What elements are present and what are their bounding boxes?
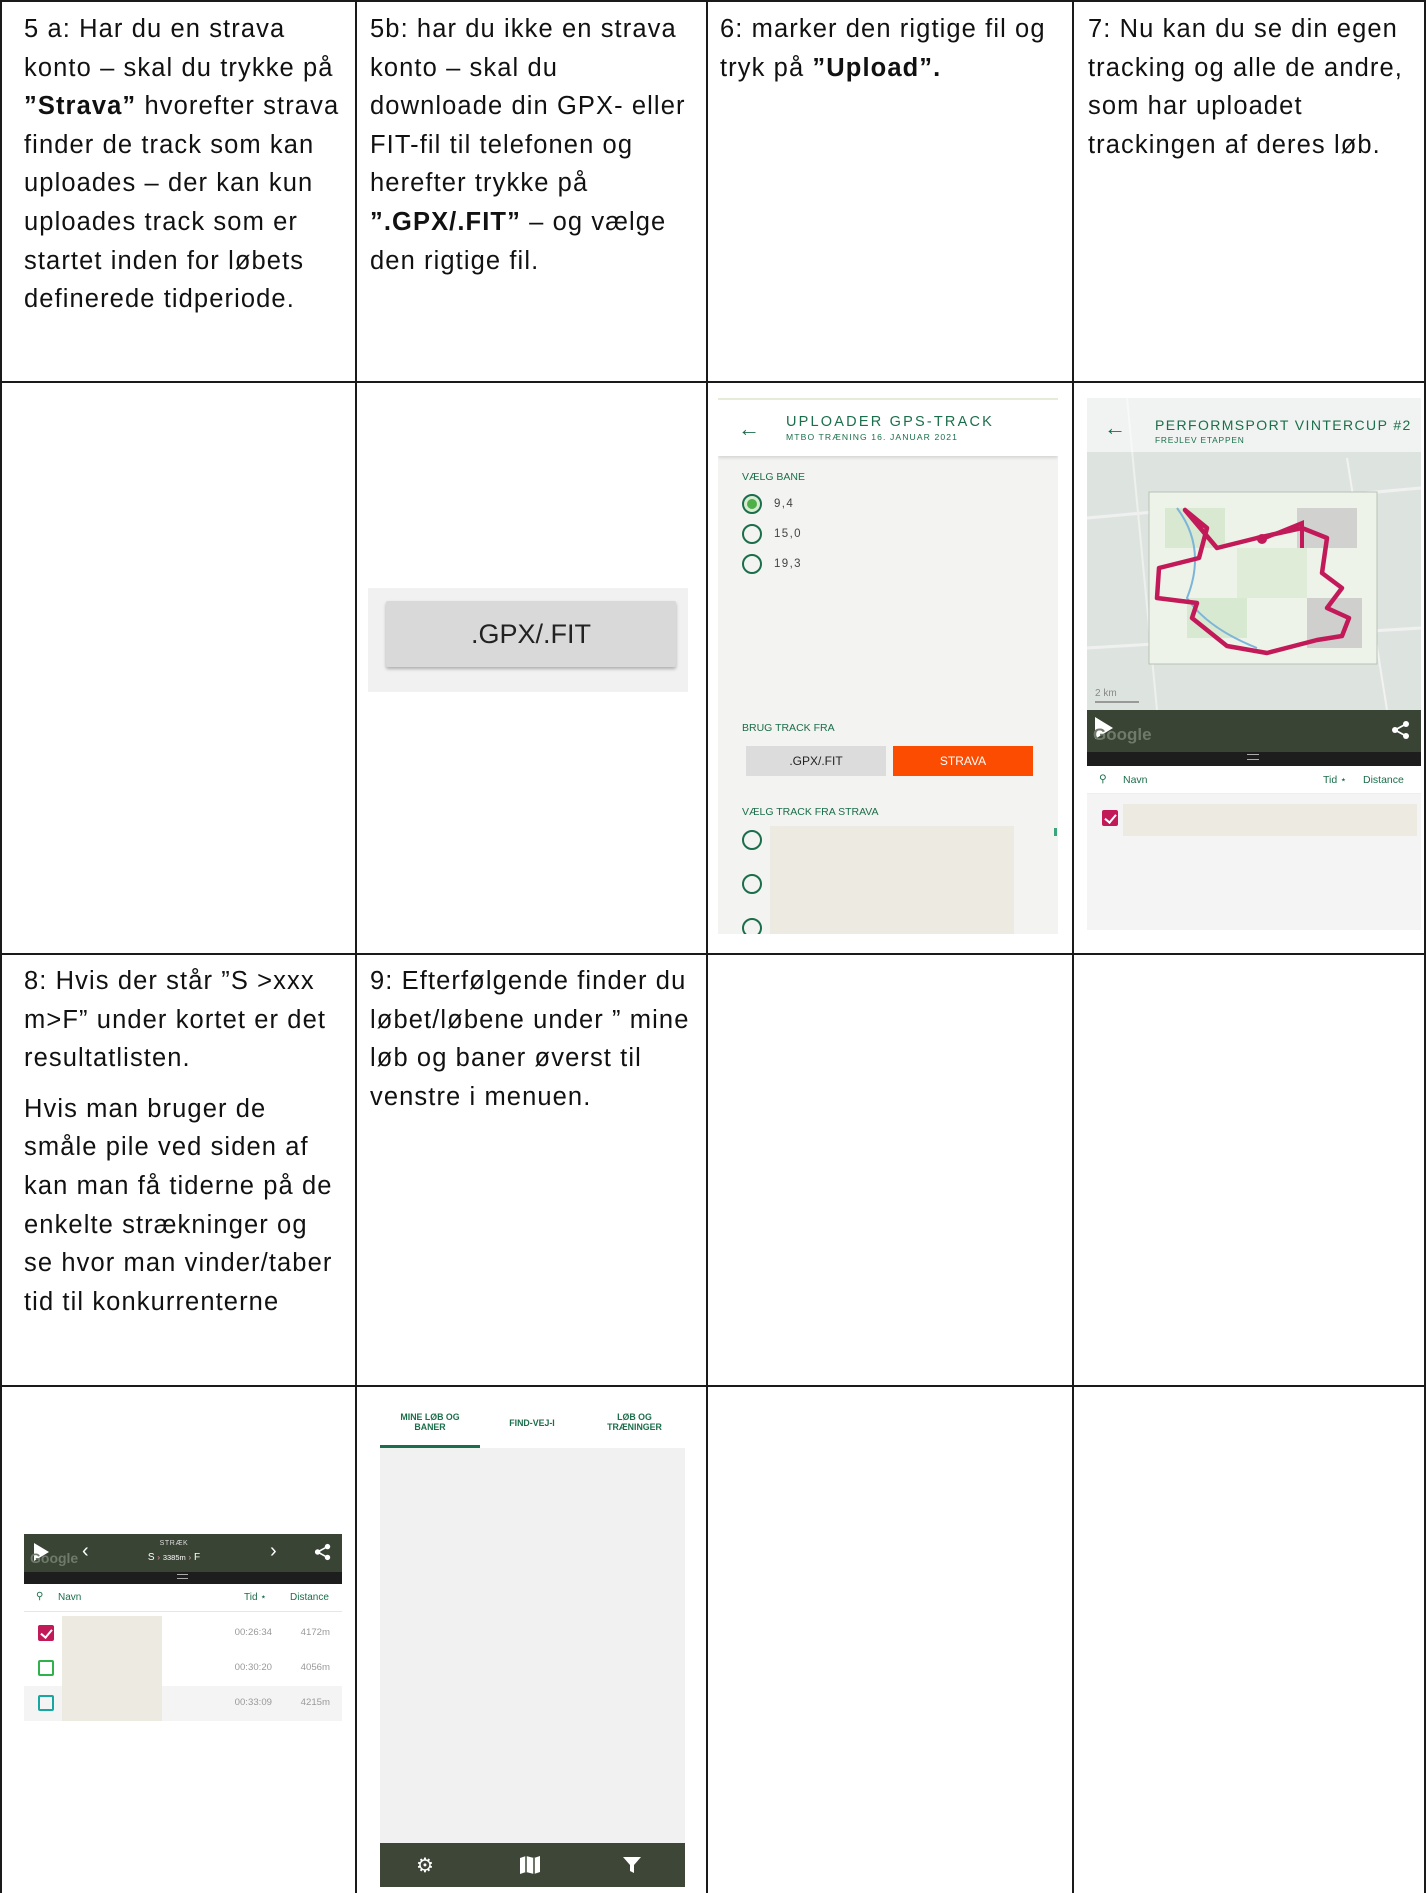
step-5a-text: 5 a: Har du en strava konto – skal du tr…: [24, 15, 340, 314]
map-icon[interactable]: [518, 1855, 542, 1875]
column-divider-3: [1072, 0, 1074, 1893]
list-header: ⚲ Navn Tid ⋆ Distance: [1087, 766, 1421, 794]
segment-readout: S › 3385m › F: [147, 1552, 201, 1563]
tab-bar: MINE LØB OG BANER FIND-VEJ-I LØB OG TRÆN…: [380, 1400, 685, 1448]
row-divider-1: [0, 381, 1426, 383]
main-menu-screenshot: MINE LØB OG BANER FIND-VEJ-I LØB OG TRÆN…: [380, 1400, 685, 1887]
course-label-1: 9,4: [774, 498, 795, 510]
step-6-text: 6: marker den rigtige fil og tryk på ”Up…: [720, 15, 1046, 82]
map-header: ← PERFORMSPORT VINTERCUP #2 FREJLEV ETAP…: [1087, 398, 1421, 452]
gpx-fit-source-button[interactable]: .GPX/.FIT: [746, 746, 886, 776]
upload-header: ← UPLOADER GPS-TRACK MTBO TRÆNING 16. JA…: [718, 398, 1058, 456]
strava-source-button[interactable]: STRAVA: [893, 746, 1033, 776]
share-icon[interactable]: [1391, 720, 1411, 740]
google-logo: Google: [1093, 725, 1152, 744]
runner-name-redacted: [62, 1616, 162, 1651]
step-8-text: 8: Hvis der står ”S >xxx m>F” under kort…: [24, 962, 344, 1321]
runner-name-redacted: [62, 1651, 162, 1686]
result-row-2[interactable]: 00:30:20 4056m: [24, 1651, 342, 1686]
course-radio-2[interactable]: [742, 524, 762, 544]
result-distance: 4172m: [300, 1627, 330, 1638]
column-time-header[interactable]: Tid ⋆: [244, 1592, 267, 1603]
scroll-indicator[interactable]: [1054, 828, 1057, 836]
google-logo: Google: [30, 1550, 79, 1566]
result-time: 00:26:34: [234, 1627, 272, 1638]
bottom-toolbar: ⚙: [380, 1843, 685, 1887]
event-title: PERFORMSPORT VINTERCUP #2: [1155, 417, 1412, 433]
runner-name-redacted: [62, 1686, 162, 1721]
course-radio-1[interactable]: [742, 494, 762, 514]
filter-icon[interactable]: [622, 1855, 642, 1875]
gpx-fit-screenshot: .GPX/.FIT: [368, 588, 688, 692]
step-8-paragraph-2: Hvis man bruger de småle pile ved siden …: [24, 1094, 333, 1316]
playback-bar: Google ‹ STRÆK S › 3385m › F ›: [24, 1534, 342, 1572]
result-time: 00:30:20: [234, 1662, 272, 1673]
result-time: 00:33:09: [234, 1697, 272, 1708]
column-divider-2: [706, 0, 708, 1893]
tab-races-and-trainings[interactable]: LØB OG TRÆNINGER: [584, 1412, 685, 1432]
performsport-map-screenshot: ← PERFORMSPORT VINTERCUP #2 FREJLEV ETAP…: [1087, 398, 1421, 930]
share-icon[interactable]: [314, 1543, 332, 1561]
tab-my-races[interactable]: MINE LØB OG BANER: [380, 1412, 480, 1432]
back-arrow-icon[interactable]: ←: [738, 416, 760, 442]
step-5b-text: 5b: har du ikke en strava konto – skal d…: [370, 15, 686, 275]
column-divider-1: [355, 0, 357, 1893]
step-7-text: 7: Nu kan du se din egen tracking og all…: [1088, 15, 1403, 159]
use-track-from-label: BRUG TRACK FRA: [742, 722, 835, 734]
results-list-screenshot: Google ‹ STRÆK S › 3385m › F › ⚲ Navn Ti…: [24, 1534, 342, 1735]
step-9-text: 9: Efterfølgende finder du løbet/løbene …: [370, 967, 690, 1111]
upload-gps-track-screenshot: ← UPLOADER GPS-TRACK MTBO TRÆNING 16. JA…: [718, 398, 1058, 934]
search-icon[interactable]: ⚲: [36, 1591, 43, 1602]
map-scale-bar: [1095, 701, 1139, 703]
list-header: ⚲ Navn Tid ⋆ Distance: [24, 1584, 342, 1612]
course-label-3: 19,3: [774, 558, 802, 570]
column-distance-header[interactable]: Distance: [1363, 774, 1404, 786]
course-label-2: 15,0: [774, 528, 802, 540]
upload-title: UPLOADER GPS-TRACK: [786, 414, 994, 430]
active-tab-indicator: [380, 1445, 480, 1448]
back-arrow-icon[interactable]: ←: [1104, 415, 1126, 441]
column-name-header[interactable]: Navn: [1123, 774, 1148, 786]
strava-track-radio-2[interactable]: [742, 874, 762, 894]
column-name-header[interactable]: Navn: [58, 1592, 81, 1603]
step-8-paragraph-1: 8: Hvis der står ”S >xxx m>F” under kort…: [24, 967, 327, 1073]
drag-handle[interactable]: [24, 1572, 342, 1584]
choose-course-label: VÆLG BANE: [742, 471, 806, 483]
strava-track-radio-1[interactable]: [742, 830, 762, 850]
gpx-fit-button[interactable]: .GPX/.FIT: [386, 601, 676, 667]
event-subtitle: FREJLEV ETAPPEN: [1155, 435, 1245, 445]
segment-title: STRÆK: [159, 1540, 189, 1547]
runner-checkbox-2[interactable]: [38, 1660, 54, 1676]
row-divider-3: [0, 1385, 1426, 1387]
strava-track-radio-3[interactable]: [742, 918, 762, 934]
settings-gear-icon[interactable]: ⚙: [416, 1853, 434, 1878]
playback-bar: Google: [1087, 710, 1421, 752]
map-scale-label: 2 km: [1095, 688, 1117, 699]
drag-handle[interactable]: [1087, 752, 1421, 766]
result-row-3[interactable]: 00:33:09 4215m: [24, 1686, 342, 1721]
course-radio-3[interactable]: [742, 554, 762, 574]
runner-row-redacted: [1123, 804, 1417, 836]
runner-checkbox-3[interactable]: [38, 1695, 54, 1711]
runner-checkbox-1[interactable]: [38, 1625, 54, 1641]
choose-strava-track-label: VÆLG TRACK FRA STRAVA: [742, 806, 879, 818]
result-row-1[interactable]: 00:26:34 4172m: [24, 1616, 342, 1651]
upload-subtitle: MTBO TRÆNING 16. JANUAR 2021: [786, 432, 958, 442]
result-distance: 4056m: [300, 1662, 330, 1673]
row-divider-2: [0, 953, 1426, 955]
column-distance-header[interactable]: Distance: [290, 1592, 329, 1603]
strava-track-list-redacted: [770, 826, 1014, 934]
runner-checkbox-1[interactable]: [1102, 810, 1118, 826]
search-icon[interactable]: ⚲: [1099, 773, 1107, 785]
result-distance: 4215m: [300, 1697, 330, 1708]
column-time-header[interactable]: Tid ⋆: [1323, 774, 1347, 786]
tab-find-vej-i[interactable]: FIND-VEJ-I: [480, 1418, 584, 1428]
table-border-top: [0, 0, 1426, 2]
next-segment-icon[interactable]: ›: [270, 1540, 277, 1563]
previous-segment-icon[interactable]: ‹: [82, 1540, 89, 1563]
table-border-left: [0, 0, 2, 1893]
